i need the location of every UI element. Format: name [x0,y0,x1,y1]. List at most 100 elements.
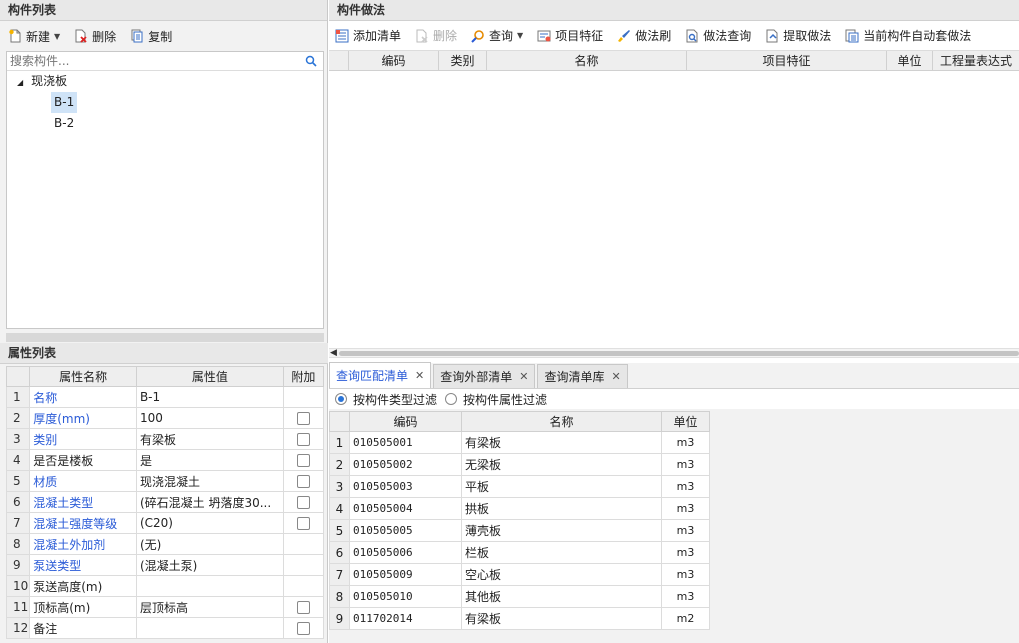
property-row[interactable]: 7 混凝土强度等级 (C20) [5,512,325,534]
property-value[interactable] [135,575,284,597]
brush-icon [617,29,631,43]
item-feature-label: 项目特征 [555,29,604,43]
filter-by-attr-radio[interactable]: 按构件属性过滤 [445,391,547,408]
property-value[interactable]: B-1 [135,386,284,408]
table-row[interactable]: 8 010505010 其他板 m3 [329,585,710,608]
property-value[interactable]: 是 [135,449,284,471]
property-name: 类别 [29,428,137,450]
extract-method-button[interactable]: 提取做法 [763,24,833,48]
property-value[interactable]: (碎石混凝土 坍落度30... [135,491,284,513]
row-index: 9 [329,607,350,630]
property-name: 名称 [29,386,137,408]
copy-button[interactable]: 复制 [128,24,174,48]
component-tree-box: ◢ 现浇板 B-1 B-2 [6,51,324,329]
delete-method-button[interactable]: 删除 [413,24,459,48]
property-value[interactable]: 层顶标高 [135,596,284,618]
row-index: 2 [329,453,350,476]
property-row[interactable]: 6 混凝土类型 (碎石混凝土 坍落度30... [5,491,325,513]
property-row[interactable]: 11 顶标高(m) 层顶标高 [5,596,325,618]
method-query-button[interactable]: 做法查询 [683,24,753,48]
property-value[interactable]: 100 [135,407,284,429]
delete-button[interactable]: 删除 [72,24,118,48]
method-brush-button[interactable]: 做法刷 [615,24,673,48]
header-extra: 附加 [282,366,325,387]
list-code: 010505002 [349,453,462,476]
search-icon[interactable] [305,55,317,67]
tab-external-list[interactable]: 查询外部清单 ✕ [433,364,536,389]
tree-root-node[interactable]: ◢ 现浇板 [7,71,323,92]
property-value[interactable]: 有梁板 [135,428,284,450]
chevron-down-icon[interactable]: ▼ [517,31,523,40]
property-extra [282,533,325,555]
property-extra [282,491,325,513]
checkbox[interactable] [296,601,310,614]
property-value[interactable] [135,617,284,639]
property-row[interactable]: 9 泵送类型 (混凝土泵) [5,554,325,576]
table-row[interactable]: 5 010505005 薄壳板 m3 [329,519,710,542]
property-row[interactable]: 10 泵送高度(m) [5,575,325,597]
close-icon[interactable]: ✕ [415,363,424,389]
checkbox[interactable] [296,496,310,509]
property-value[interactable]: (无) [135,533,284,555]
close-icon[interactable]: ✕ [519,365,528,389]
query-table-header: 编码 名称 单位 [329,411,710,432]
query-panel: 查询匹配清单 ✕ 查询外部清单 ✕ 查询清单库 ✕ 按构件类型过滤 按构件属性过滤 编… [329,362,1019,643]
table-row[interactable]: 1 010505001 有梁板 m3 [329,431,710,454]
chevron-down-icon[interactable]: ▼ [54,32,60,41]
radio-unselected-icon[interactable] [445,393,458,405]
checkbox[interactable] [296,454,310,467]
component-search-input[interactable] [10,54,300,68]
property-name: 泵送类型 [29,554,137,576]
tree-item-b2[interactable]: B-2 [7,113,323,134]
property-row[interactable]: 5 材质 现浇混凝土 [5,470,325,492]
property-value[interactable]: (C20) [135,512,284,534]
row-index: 5 [329,519,350,542]
checkbox[interactable] [296,412,310,425]
checkbox[interactable] [296,622,310,635]
property-row[interactable]: 3 类别 有梁板 [5,428,325,450]
row-index: 6 [329,541,350,564]
auto-method-button[interactable]: 当前构件自动套做法 [843,24,973,48]
checkbox[interactable] [296,517,310,530]
radio-selected-icon[interactable] [335,393,347,405]
method-col-category: 类别 [439,51,487,70]
item-feature-button[interactable]: 项目特征 [535,24,605,48]
table-row[interactable]: 9 011702014 有梁板 m2 [329,607,710,630]
property-row[interactable]: 1 名称 B-1 [5,386,325,408]
property-table-header: 属性名称 属性值 附加 [5,366,325,387]
new-button[interactable]: 新建 ▼ [6,24,62,48]
method-table-header: 编码 类别 名称 项目特征 单位 工程量表达式 [329,51,1019,71]
property-extra [282,449,325,471]
close-icon[interactable]: ✕ [611,365,620,389]
property-value[interactable]: (混凝土泵) [135,554,284,576]
horizontal-scrollbar[interactable]: ◀ [329,348,1019,358]
query-button[interactable]: 查询 ▼ [469,24,525,48]
panel-splitter[interactable] [6,333,324,342]
tree-item-b1[interactable]: B-1 [7,92,323,113]
add-list-button[interactable]: 添加清单 [333,24,403,48]
property-row[interactable]: 4 是否是楼板是 [5,449,325,471]
property-row[interactable]: 8 混凝土外加剂 (无) [5,533,325,555]
filter-by-type-radio[interactable]: 按构件类型过滤 [335,391,437,408]
scroll-left-icon[interactable]: ◀ [330,349,337,358]
table-row[interactable]: 7 010505009 空心板 m3 [329,563,710,586]
checkbox[interactable] [296,433,310,446]
property-value[interactable]: 现浇混凝土 [135,470,284,492]
table-row[interactable]: 2 010505002 无梁板 m3 [329,453,710,476]
scrollbar-thumb[interactable] [339,351,1019,356]
property-row[interactable]: 2 厚度(mm) 100 [5,407,325,429]
tab-match-list[interactable]: 查询匹配清单 ✕ [329,362,432,389]
property-row[interactable]: 12 备注 [5,617,325,639]
table-row[interactable]: 4 010505004 拱板 m3 [329,497,710,520]
method-query-label: 做法查询 [703,29,752,43]
list-unit: m3 [661,563,710,586]
collapse-arrow-icon[interactable]: ◢ [17,78,23,87]
delete-icon [415,29,429,43]
tree-root-label: 现浇板 [31,74,68,88]
row-index: 3 [5,428,31,450]
property-extra [282,554,325,576]
tab-list-library[interactable]: 查询清单库 ✕ [537,364,628,389]
table-row[interactable]: 3 010505003 平板 m3 [329,475,710,498]
checkbox[interactable] [296,475,310,488]
table-row[interactable]: 6 010505006 栏板 m3 [329,541,710,564]
